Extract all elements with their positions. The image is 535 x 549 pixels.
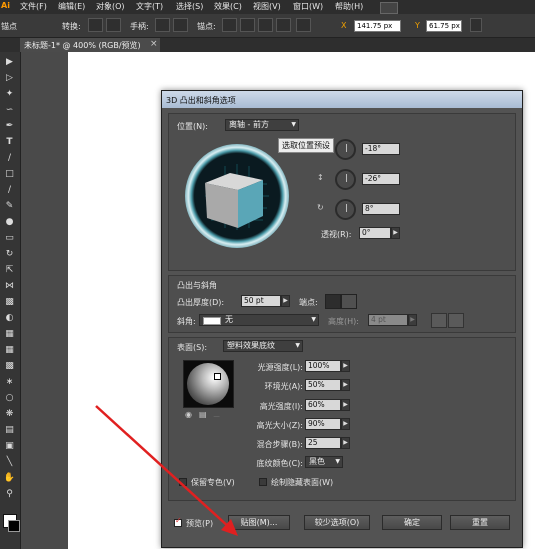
annotation-arrow-icon — [95, 405, 238, 536]
